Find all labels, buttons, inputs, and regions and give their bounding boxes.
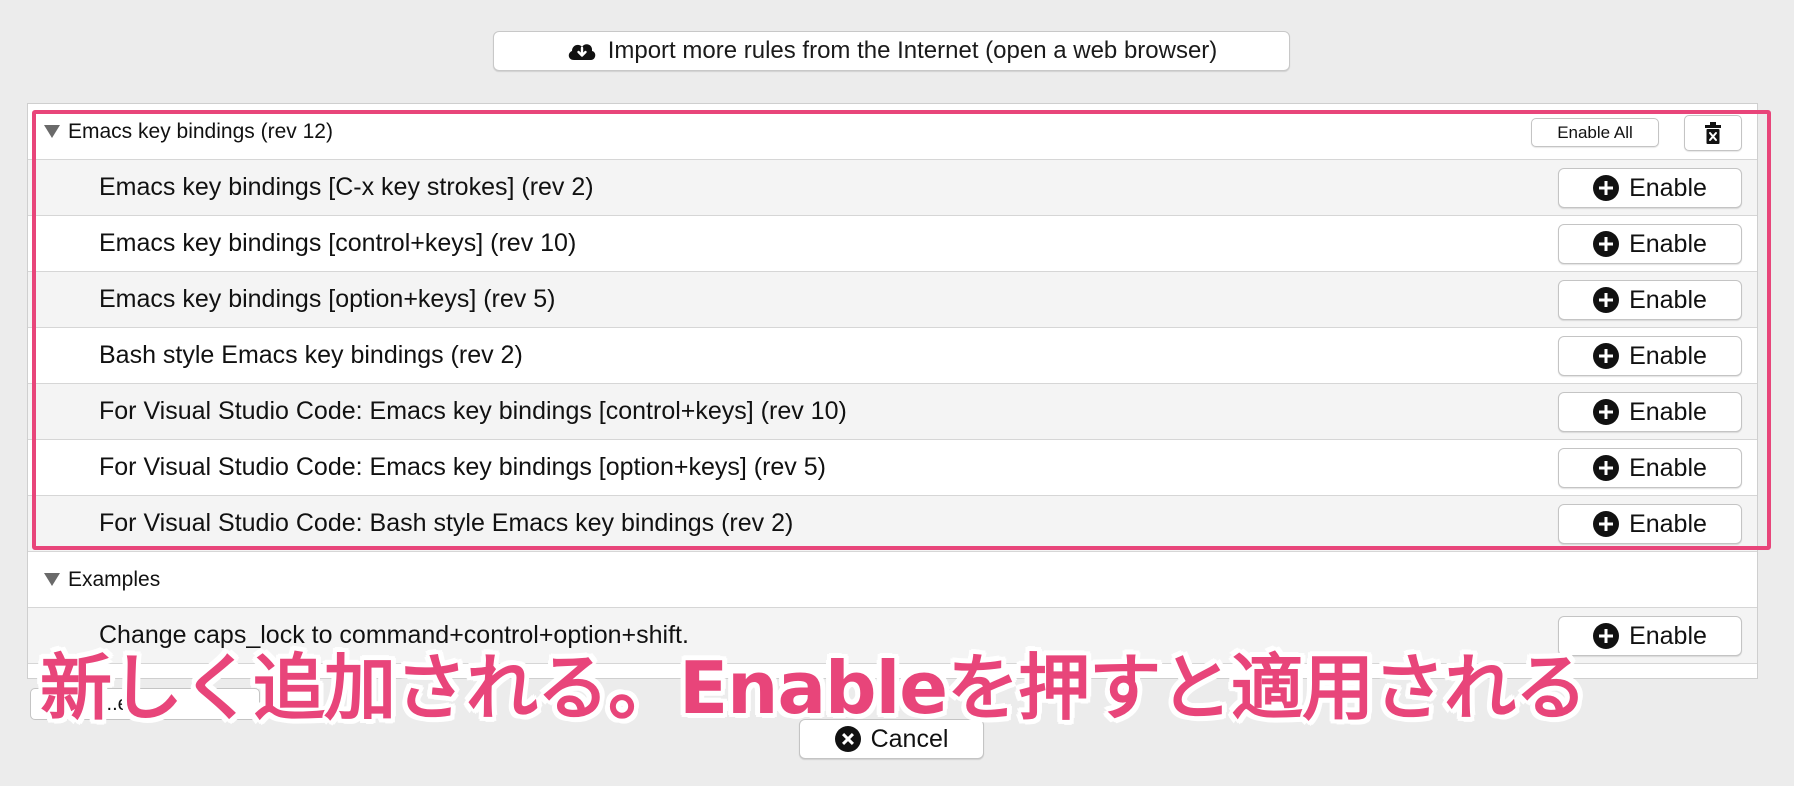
plus-circle-icon — [1593, 623, 1620, 649]
rule-row: Emacs key bindings [control+keys] (rev 1… — [28, 216, 1757, 272]
plus-circle-icon — [1593, 287, 1620, 313]
rule-label: Emacs key bindings [control+keys] (rev 1… — [99, 229, 577, 257]
plus-circle-icon — [1593, 455, 1620, 481]
rule-row: Emacs key bindings [option+keys] (rev 5)… — [28, 272, 1757, 328]
enable-button[interactable]: Enable — [1558, 448, 1742, 488]
plus-circle-icon — [1593, 399, 1620, 425]
plus-circle-icon — [1593, 231, 1620, 257]
rule-label: Emacs key bindings [C-x key strokes] (re… — [99, 173, 594, 201]
enable-label: Enable — [1629, 509, 1707, 538]
rule-label: Bash style Emacs key bindings (rev 2) — [99, 341, 523, 369]
rules-list-panel[interactable]: Emacs key bindings (rev 12) Enable All E… — [27, 103, 1758, 679]
enable-button[interactable]: Enable — [1558, 392, 1742, 432]
disclosure-triangle-icon[interactable] — [44, 125, 60, 138]
group-header-emacs[interactable]: Emacs key bindings (rev 12) Enable All — [28, 104, 1757, 160]
enable-label: Enable — [1629, 453, 1707, 482]
complex-modifications-window: Import more rules from the Internet (ope… — [0, 0, 1794, 786]
rule-row: For Visual Studio Code: Emacs key bindin… — [28, 440, 1757, 496]
enable-label: Enable — [1629, 341, 1707, 370]
group-header-examples[interactable]: Examples — [28, 552, 1757, 608]
enable-button[interactable]: Enable — [1558, 336, 1742, 376]
enable-all-button[interactable]: Enable All — [1531, 118, 1659, 147]
enable-label: Enable — [1629, 621, 1707, 650]
import-rules-button[interactable]: Import more rules from the Internet (ope… — [493, 31, 1290, 71]
enable-button[interactable]: Enable — [1558, 504, 1742, 544]
rule-label: For Visual Studio Code: Bash style Emacs… — [99, 509, 794, 537]
rule-label: For Visual Studio Code: Emacs key bindin… — [99, 397, 847, 425]
trash-icon — [1705, 122, 1721, 144]
rule-row: Emacs key bindings [C-x key strokes] (re… — [28, 160, 1757, 216]
enable-label: Enable — [1629, 173, 1707, 202]
group-title: Examples — [68, 567, 161, 591]
group-title: Emacs key bindings (rev 12) — [68, 119, 333, 143]
plus-circle-icon — [1593, 175, 1620, 201]
rule-row: For Visual Studio Code: Emacs key bindin… — [28, 384, 1757, 440]
plus-circle-icon — [1593, 343, 1620, 369]
cloud-download-icon — [568, 44, 595, 60]
rule-row: For Visual Studio Code: Bash style Emacs… — [28, 496, 1757, 552]
disclosure-triangle-icon[interactable] — [44, 573, 60, 586]
rule-label: Emacs key bindings [option+keys] (rev 5) — [99, 285, 556, 313]
enable-label: Enable — [1629, 229, 1707, 258]
rule-label: For Visual Studio Code: Emacs key bindin… — [99, 453, 826, 481]
enable-button[interactable]: Enable — [1558, 280, 1742, 320]
rule-row: Bash style Emacs key bindings (rev 2) En… — [28, 328, 1757, 384]
plus-circle-icon — [1593, 511, 1620, 537]
enable-label: Enable — [1629, 397, 1707, 426]
enable-button[interactable]: Enable — [1558, 168, 1742, 208]
annotation-caption: 新しく追加される。Enableを押すと適用される — [40, 646, 1587, 730]
enable-label: Enable — [1629, 285, 1707, 314]
enable-button[interactable]: Enable — [1558, 224, 1742, 264]
import-rules-label: Import more rules from the Internet (ope… — [607, 37, 1218, 64]
delete-group-button[interactable] — [1684, 115, 1742, 151]
